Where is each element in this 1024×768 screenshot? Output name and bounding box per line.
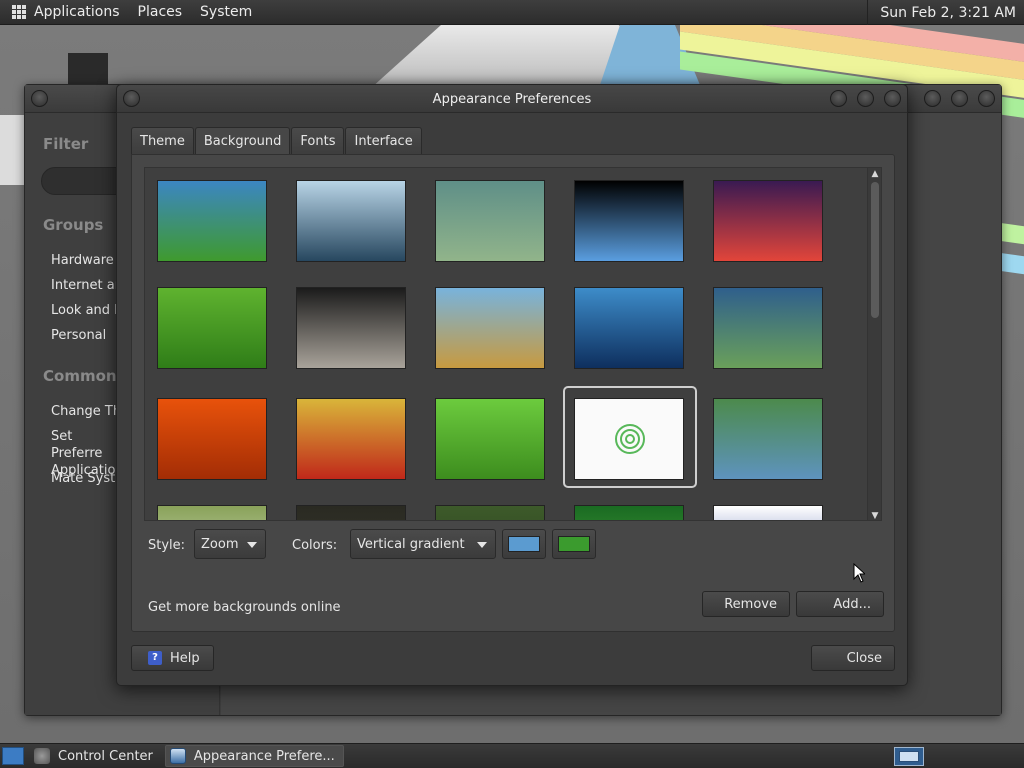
add-label: Add... [833,596,871,612]
remove-button[interactable]: Remove [702,591,790,617]
group-hardware[interactable]: Hardware [51,252,114,269]
secondary-color-button[interactable] [552,529,596,559]
close-button[interactable]: Close [811,645,895,671]
taskbar-item-control-center[interactable]: Control Center [30,745,161,767]
background-thumbnail-water-droplet[interactable] [296,180,406,262]
primary-color-swatch [508,536,540,552]
background-thumbnail-partial-green-leaf[interactable] [574,505,684,520]
clock[interactable]: Sun Feb 2, 3:21 AM [867,0,1024,25]
chevron-down-icon [247,542,257,548]
tab-fonts[interactable]: Fonts [291,127,345,155]
scroll-up-icon[interactable]: ▲ [868,168,881,180]
colors-value: Vertical gradient [357,536,465,552]
appearance-icon [169,748,186,764]
add-button[interactable]: Add... [796,591,884,617]
primary-color-button[interactable] [502,529,546,559]
close-window-button[interactable] [884,90,901,107]
workspace-switcher[interactable] [894,747,924,766]
background-tab-panel: ▲ ▼ Style: Zoom Colors: Vertical gradien… [131,154,895,632]
background-thumbnail-teal-bokeh[interactable] [713,287,823,369]
window-menu-icon[interactable] [31,90,48,107]
scroll-down-icon[interactable]: ▼ [868,510,881,520]
background-thumbnail-dune-grass[interactable] [435,287,545,369]
colors-label: Colors: [292,538,338,553]
minimize-button[interactable] [830,90,847,107]
filter-heading: Filter [43,135,89,153]
background-thumbnail-red-flower[interactable] [296,398,406,480]
menu-applications[interactable]: Applications [34,4,120,20]
dialog-title: Appearance Preferences [432,92,592,107]
style-value: Zoom [201,536,239,552]
close-label: Close [846,650,882,666]
tab-bar: Theme Background Fonts Interface [131,127,423,155]
colors-combobox[interactable]: Vertical gradient [350,529,496,559]
maximize-button[interactable] [857,90,874,107]
close-window-button[interactable] [978,90,995,107]
top-panel: Applications Places System Sun Feb 2, 3:… [0,0,1024,25]
background-thumbnail-soft-green-haze[interactable] [435,180,545,262]
tab-background[interactable]: Background [194,127,291,155]
remove-label: Remove [724,596,777,612]
background-thumbnail-partial-green-dark[interactable] [435,505,545,520]
get-more-backgrounds-link[interactable]: Get more backgrounds online [148,600,341,615]
menu-system[interactable]: System [200,4,252,20]
thumbnail-scrollbar[interactable]: ▲ ▼ [867,168,881,520]
background-thumbnail-green-grass[interactable] [435,398,545,480]
appearance-preferences-dialog: Appearance Preferences Theme Background … [116,84,908,686]
taskbar-label: Appearance Prefere... [193,748,335,764]
style-label: Style: [148,538,186,553]
style-combobox[interactable]: Zoom [194,529,266,559]
help-button[interactable]: ? Help [131,645,214,671]
bottom-taskbar: Control Center Appearance Prefere... [0,743,1024,768]
group-look-and-feel[interactable]: Look and F [51,302,122,319]
wallpaper-stripe [1000,222,1024,246]
background-thumbnail-partial-blue-object[interactable] [713,505,823,520]
control-center-icon [34,748,50,764]
taskbar-item-appearance[interactable]: Appearance Prefere... [164,745,344,767]
minimize-button[interactable] [924,90,941,107]
desktop-icon[interactable] [68,53,108,85]
dialog-titlebar[interactable]: Appearance Preferences [117,85,907,113]
chevron-down-icon [477,542,487,548]
scrollbar-thumb[interactable] [871,182,879,318]
mouse-pointer-icon [853,563,865,583]
background-thumbnail-space-rocket[interactable] [713,180,823,262]
groups-heading: Groups [43,216,104,234]
background-thumbnail-orange-flower[interactable] [157,398,267,480]
maximize-button[interactable] [951,90,968,107]
menu-places[interactable]: Places [138,4,183,20]
selected-thumbnail-frame [563,386,697,488]
tab-interface[interactable]: Interface [345,127,422,155]
tab-theme[interactable]: Theme [131,127,194,155]
background-thumbnail-grid[interactable]: ▲ ▼ [144,167,882,521]
background-thumbnail-partial-dark[interactable] [296,505,406,520]
background-thumbnail-blue-waves[interactable] [574,287,684,369]
group-internet[interactable]: Internet an [51,277,123,294]
help-label: Help [170,650,200,666]
help-icon: ? [148,651,162,665]
taskbar-label: Control Center [58,748,153,764]
background-thumbnail-green-blue-gradient[interactable] [157,180,267,262]
group-personal[interactable]: Personal [51,327,106,344]
wallpaper-stripe [1000,252,1024,276]
task-change-theme[interactable]: Change Th [51,403,121,420]
applications-grid-icon[interactable] [12,5,26,19]
background-thumbnail-arch-logo-prism[interactable] [574,180,684,262]
background-thumbnail-green-teal-gradient[interactable] [713,398,823,480]
background-thumbnail-partial-blossoms[interactable] [157,505,267,520]
background-thumbnail-green-leaf[interactable] [157,287,267,369]
background-thumbnail-spiral-galaxy[interactable] [296,287,406,369]
secondary-color-swatch [558,536,590,552]
show-desktop-icon[interactable] [2,747,24,765]
